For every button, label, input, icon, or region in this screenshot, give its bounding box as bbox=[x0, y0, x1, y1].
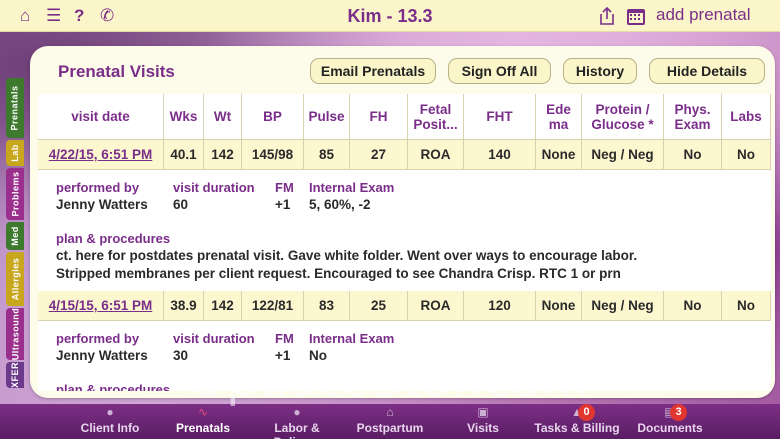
cell-fh: 25 bbox=[350, 291, 408, 321]
cell-phys-exam: No bbox=[664, 140, 722, 170]
visit-date-link[interactable]: 4/15/15, 6:51 PM bbox=[38, 291, 164, 321]
internal-exam-value: No bbox=[309, 348, 327, 363]
col-labs[interactable]: Labs bbox=[722, 94, 771, 140]
plan-procedures-line-1: ct. here for postdates prenatal visit. G… bbox=[56, 248, 638, 263]
tab-allergies[interactable]: Allergies bbox=[6, 252, 24, 306]
cell-protein-glucose: Neg / Neg bbox=[582, 291, 664, 321]
nav-postpartum[interactable]: ⌂ Postpartum bbox=[349, 404, 431, 439]
tab-problems[interactable]: Problems bbox=[6, 168, 24, 220]
tab-xfer[interactable]: XFER bbox=[6, 362, 24, 388]
bell-icon: ▲ bbox=[571, 405, 583, 419]
mother-icon: ● bbox=[293, 405, 301, 419]
cell-wks: 38.9 bbox=[164, 291, 204, 321]
col-fetal-position[interactable]: Fetal Posit... bbox=[408, 94, 464, 140]
house-icon: ⌂ bbox=[386, 405, 394, 419]
performed-by-label: performed by bbox=[56, 180, 140, 195]
tab-prenatals[interactable]: Prenatals bbox=[6, 78, 24, 138]
cell-bp: 145/98 bbox=[242, 140, 304, 170]
history-button[interactable]: History bbox=[563, 58, 637, 84]
cell-pulse: 85 bbox=[304, 140, 350, 170]
plan-procedures-label: plan & procedures bbox=[56, 382, 171, 391]
cell-wt: 142 bbox=[204, 140, 242, 170]
cell-wt: 142 bbox=[204, 291, 242, 321]
performed-by-label: performed by bbox=[56, 331, 140, 346]
cell-pulse: 83 bbox=[304, 291, 350, 321]
nav-labor-delivery[interactable]: ● Labor & Delivery bbox=[251, 404, 343, 439]
cell-fht: 140 bbox=[464, 140, 536, 170]
plan-procedures-label: plan & procedures bbox=[56, 231, 171, 246]
visit-duration-value: 60 bbox=[173, 197, 189, 212]
col-fh[interactable]: FH bbox=[350, 94, 408, 140]
calendar-icon[interactable] bbox=[626, 6, 646, 31]
internal-exam-label: Internal Exam bbox=[309, 180, 395, 195]
cell-fetal-position: ROA bbox=[408, 140, 464, 170]
top-bar: ⌂ ☰ ? ✆ Kim - 13.3 add prenatal bbox=[0, 0, 780, 32]
share-icon[interactable] bbox=[598, 6, 616, 31]
documents-badge: 3 bbox=[670, 404, 687, 421]
col-fht[interactable]: FHT bbox=[464, 94, 536, 140]
cell-fht: 120 bbox=[464, 291, 536, 321]
col-pulse[interactable]: Pulse bbox=[304, 94, 350, 140]
cell-phys-exam: No bbox=[664, 291, 722, 321]
col-edema[interactable]: Edema bbox=[536, 94, 582, 140]
visit-detail: performed by Jenny Watters visit duratio… bbox=[38, 170, 771, 291]
fm-label: FM bbox=[275, 180, 294, 195]
cell-labs: No bbox=[722, 291, 771, 321]
person-icon: ● bbox=[106, 405, 114, 419]
email-prenatals-button[interactable]: Email Prenatals bbox=[310, 58, 436, 84]
nav-visits[interactable]: ▣ Visits bbox=[455, 404, 511, 439]
bottom-nav: ● Client Info ∿ Prenatals ● Labor & Deli… bbox=[0, 404, 780, 439]
visit-date-link[interactable]: 4/22/15, 6:51 PM bbox=[38, 140, 164, 170]
tasks-badge: 0 bbox=[578, 404, 595, 421]
nav-tasks-billing[interactable]: ▲ Tasks & Billing 0 bbox=[532, 404, 622, 439]
cell-bp: 122/81 bbox=[242, 291, 304, 321]
col-visit-date[interactable]: visit date bbox=[38, 94, 164, 140]
visit-duration-label: visit duration bbox=[173, 331, 255, 346]
nav-documents[interactable]: ▤ Documents 3 bbox=[630, 404, 710, 439]
performed-by-value: Jenny Watters bbox=[56, 348, 148, 363]
visit-duration-label: visit duration bbox=[173, 180, 255, 195]
cell-edema: None bbox=[536, 291, 582, 321]
tab-lab[interactable]: Lab bbox=[6, 140, 24, 166]
tab-med[interactable]: Med bbox=[6, 222, 24, 250]
cell-edema: None bbox=[536, 140, 582, 170]
visit-detail: performed by Jenny Watters visit duratio… bbox=[38, 321, 771, 391]
col-protein-glucose[interactable]: Protein / Glucose * bbox=[582, 94, 664, 140]
cell-labs: No bbox=[722, 140, 771, 170]
internal-exam-label: Internal Exam bbox=[309, 331, 395, 346]
col-phys-exam[interactable]: Phys. Exam bbox=[664, 94, 722, 140]
hide-details-button[interactable]: Hide Details bbox=[649, 58, 765, 84]
bag-icon: ▣ bbox=[477, 405, 489, 419]
visits-table: visit date Wks Wt BP Pulse FH Fetal Posi… bbox=[38, 94, 771, 391]
fm-value: +1 bbox=[275, 197, 291, 212]
cell-fetal-position: ROA bbox=[408, 291, 464, 321]
fm-label: FM bbox=[275, 331, 294, 346]
performed-by-value: Jenny Watters bbox=[56, 197, 148, 212]
pulse-icon: ∿ bbox=[197, 405, 209, 419]
panel-title: Prenatal Visits bbox=[58, 62, 175, 81]
internal-exam-value: 5, 60%, -2 bbox=[309, 197, 371, 212]
cell-wks: 40.1 bbox=[164, 140, 204, 170]
add-prenatal-button[interactable]: add prenatal bbox=[656, 5, 751, 25]
visit-duration-value: 30 bbox=[173, 348, 189, 363]
cell-protein-glucose: Neg / Neg bbox=[582, 140, 664, 170]
tab-ultrasound[interactable]: Ultrasound bbox=[6, 308, 24, 360]
cell-fh: 27 bbox=[350, 140, 408, 170]
col-wks[interactable]: Wks bbox=[164, 94, 204, 140]
nav-prenatals[interactable]: ∿ Prenatals bbox=[165, 404, 241, 439]
col-bp[interactable]: BP bbox=[242, 94, 304, 140]
plan-procedures-line-2: Stripped membranes per client request. E… bbox=[56, 266, 621, 281]
nav-client-info[interactable]: ● Client Info bbox=[70, 404, 150, 439]
col-wt[interactable]: Wt bbox=[204, 94, 242, 140]
fm-value: +1 bbox=[275, 348, 291, 363]
sign-off-all-button[interactable]: Sign Off All bbox=[448, 58, 551, 84]
